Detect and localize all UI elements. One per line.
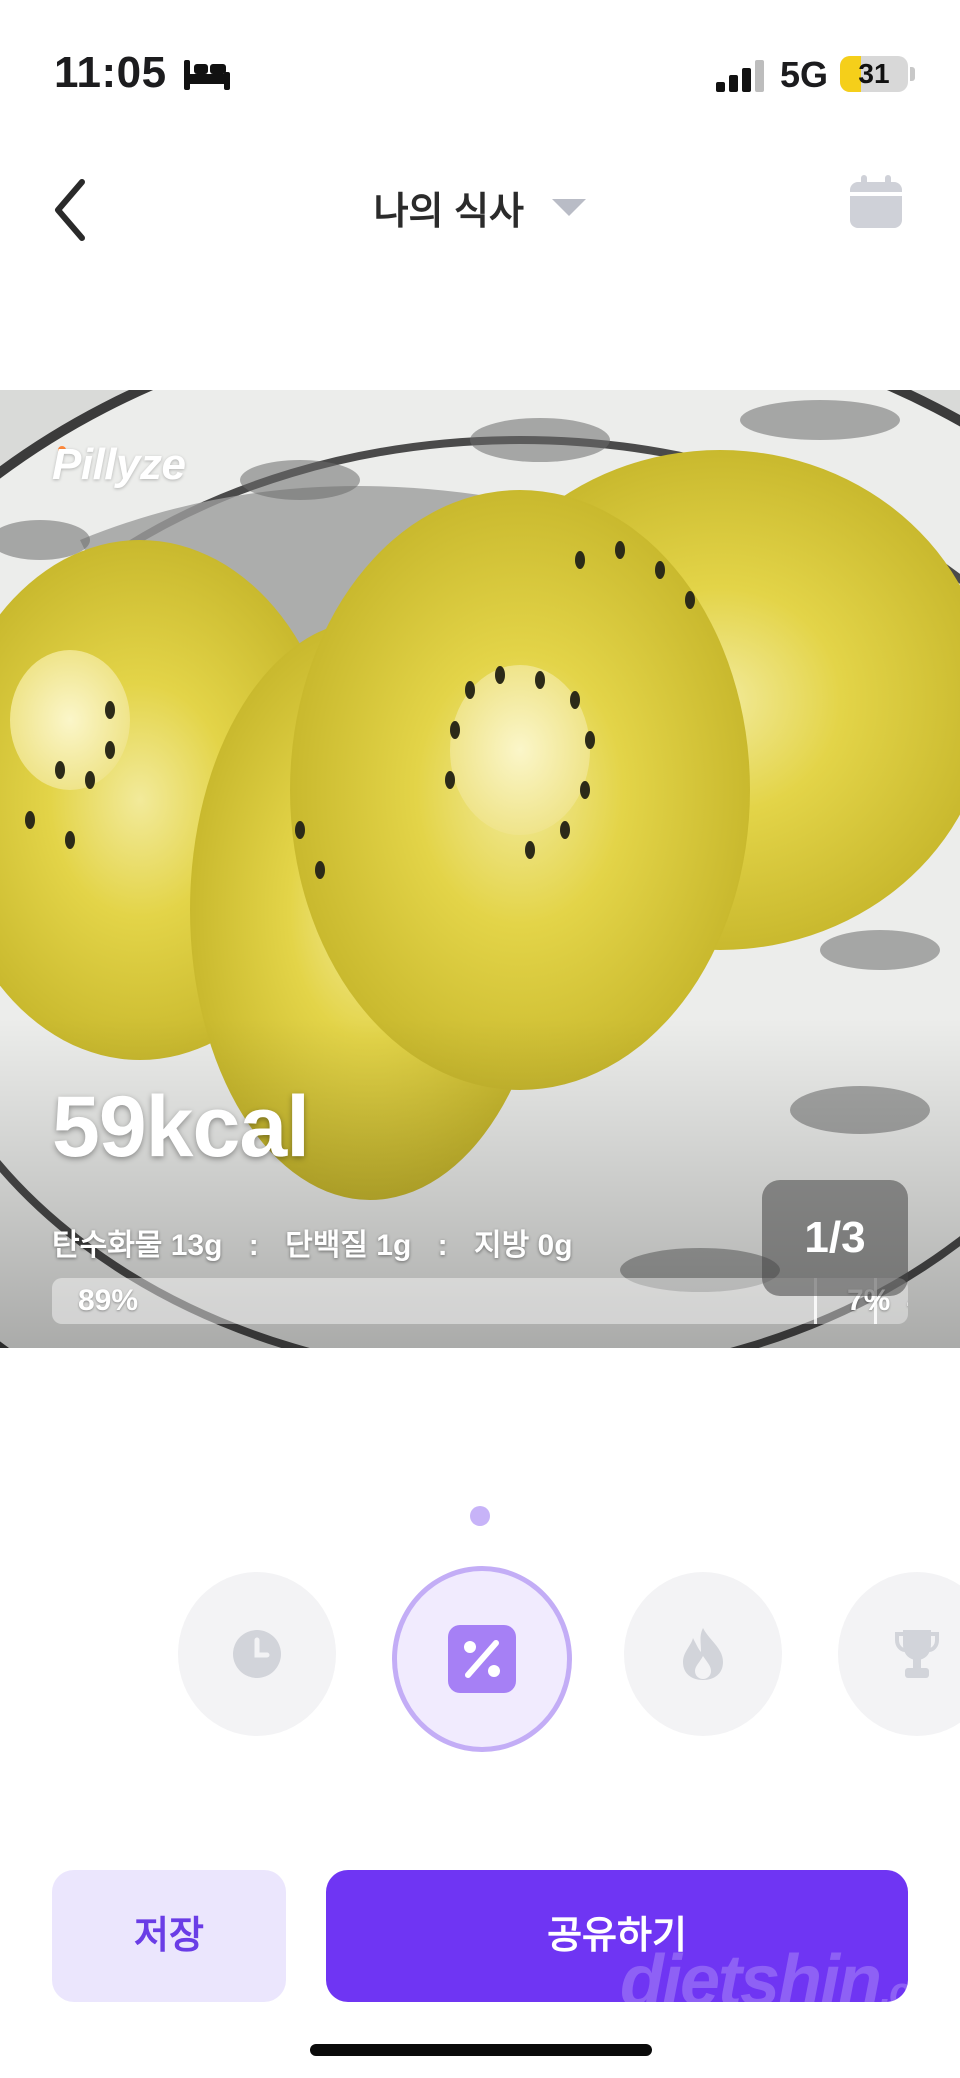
macro-summary: 탄수화물 13g : 단백질 1g : 지방 0g [52, 1220, 573, 1264]
calorie-total: 59kcal [52, 1079, 310, 1175]
watermark-suffix: .com [880, 1970, 960, 2014]
pager-dot [470, 1506, 490, 1526]
network-label: 5G [780, 54, 829, 95]
battery-level: 31 [858, 58, 890, 89]
meal-type-dropdown[interactable]: 나의 식사 [0, 180, 960, 235]
macro-separator: : [248, 1229, 259, 1262]
template-clock-button[interactable] [178, 1572, 336, 1736]
calendar-icon[interactable] [848, 174, 904, 230]
percent-icon [448, 1625, 516, 1693]
template-percent-button[interactable] [392, 1566, 572, 1752]
bed-icon [184, 60, 230, 90]
status-time: 11:05 [54, 48, 167, 97]
dropdown-caret-icon [552, 199, 587, 216]
template-trophy-button[interactable] [838, 1572, 960, 1736]
battery-indicator: 31 [840, 56, 908, 92]
carb-ratio-segment: 89% [52, 1278, 814, 1324]
clock-icon [233, 1630, 281, 1678]
fat-label: 지방 [474, 1229, 530, 1262]
photo-page-counter: 1/3 [762, 1180, 908, 1296]
carb-label: 탄수화물 [52, 1229, 163, 1262]
page-title: 나의 식사 [373, 191, 524, 233]
home-indicator [310, 2044, 652, 2056]
watermark-text: dietshin [620, 1941, 882, 2021]
signal-icon [716, 60, 764, 92]
status-bar: 11:05 5G 31 [0, 0, 960, 150]
brand-logo: Pillyze [52, 440, 186, 489]
meal-photo-card[interactable]: Pillyze 59kcal 탄수화물 13g : 단백질 1g : 지방 0g… [0, 390, 960, 1348]
protein-label: 단백질 [285, 1229, 368, 1262]
nav-header: 나의 식사 [0, 150, 960, 270]
carb-value: 13g [170, 1229, 223, 1262]
save-button[interactable]: 저장 [52, 1870, 286, 2002]
trophy-icon [895, 1630, 939, 1678]
protein-value: 1g [376, 1229, 412, 1262]
template-flame-button[interactable] [624, 1572, 782, 1736]
watermark: dietshin.com [620, 1940, 960, 2022]
flame-icon [683, 1628, 723, 1680]
fat-value: 0g [537, 1229, 573, 1262]
macro-separator: : [437, 1229, 448, 1262]
battery-nub [910, 67, 915, 81]
